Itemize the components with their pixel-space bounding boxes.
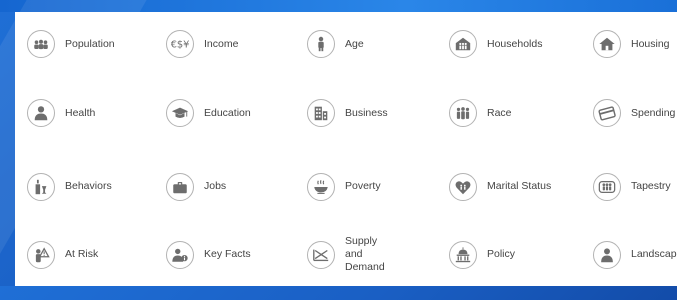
tile-label: Jobs	[204, 180, 227, 192]
tile-income[interactable]: €$¥ Income	[154, 12, 295, 76]
tile-label: Marital Status	[487, 180, 552, 192]
category-panel: Population €$¥ Income Age Households Hou…	[15, 12, 677, 286]
health-person-icon	[27, 99, 55, 127]
tile-landscape[interactable]: Landscape	[581, 223, 677, 286]
tile-poverty[interactable]: Poverty	[295, 150, 437, 223]
tile-age[interactable]: Age	[295, 12, 437, 76]
tile-label: Age	[345, 37, 364, 50]
tile-at-risk[interactable]: At Risk	[15, 223, 154, 286]
graduation-cap-icon	[166, 99, 194, 127]
tile-label: Housing	[631, 37, 670, 50]
tile-jobs[interactable]: Jobs	[154, 150, 295, 223]
person-icon	[307, 30, 335, 58]
bottle-glass-icon	[27, 172, 55, 201]
tile-households[interactable]: Households	[437, 12, 581, 76]
category-grid: Population €$¥ Income Age Households Hou…	[15, 12, 677, 286]
tile-tapestry[interactable]: Tapestry	[581, 150, 677, 223]
tile-housing[interactable]: Housing	[581, 12, 677, 76]
svg-text:€$¥: €$¥	[171, 40, 189, 51]
tile-label: Income	[204, 37, 239, 50]
tile-label: Spending	[631, 106, 676, 119]
person-warning-icon	[27, 240, 55, 269]
tile-behaviors[interactable]: Behaviors	[15, 150, 154, 223]
tile-label: Population	[65, 37, 115, 50]
tile-label: Health	[65, 106, 96, 119]
credit-card-icon	[593, 99, 621, 127]
tile-policy[interactable]: Policy	[437, 223, 581, 286]
tile-label: Households	[487, 37, 543, 50]
capitol-icon	[449, 240, 477, 269]
person-info-icon	[166, 240, 194, 269]
heart-icon	[449, 172, 477, 201]
people-segments-icon	[593, 172, 621, 201]
tile-marital-status[interactable]: Marital Status	[437, 150, 581, 223]
briefcase-icon	[166, 172, 194, 201]
tile-label: Landscape	[631, 248, 677, 260]
tile-population[interactable]: Population	[15, 12, 154, 76]
buildings-icon	[307, 99, 335, 127]
currency-icon: €$¥	[166, 30, 194, 58]
tile-business[interactable]: Business	[295, 76, 437, 150]
tile-label: Business	[345, 106, 388, 119]
tile-label: Education	[204, 106, 251, 119]
tile-key-facts[interactable]: Key Facts	[154, 223, 295, 286]
tile-education[interactable]: Education	[154, 76, 295, 150]
tile-label: At Risk	[65, 248, 99, 260]
tile-race[interactable]: Race	[437, 76, 581, 150]
people-group-icon	[27, 30, 55, 58]
house-icon	[593, 30, 621, 58]
tile-label: Behaviors	[65, 180, 112, 192]
tile-label: Poverty	[345, 180, 381, 192]
landscape-person-icon	[593, 240, 621, 269]
tile-label: Supply and Demand	[345, 235, 385, 273]
tile-supply-and-demand[interactable]: Supply and Demand	[295, 223, 437, 286]
tile-label: Key Facts	[204, 248, 251, 260]
empty-bowl-icon	[307, 172, 335, 201]
tile-label: Tapestry	[631, 180, 671, 192]
family-house-icon	[449, 30, 477, 58]
tile-spending[interactable]: Spending	[581, 76, 677, 150]
tile-label: Race	[487, 106, 512, 119]
supply-demand-icon	[307, 240, 335, 269]
tile-label: Policy	[487, 248, 516, 260]
people-diverse-icon	[449, 99, 477, 127]
tile-health[interactable]: Health	[15, 76, 154, 150]
